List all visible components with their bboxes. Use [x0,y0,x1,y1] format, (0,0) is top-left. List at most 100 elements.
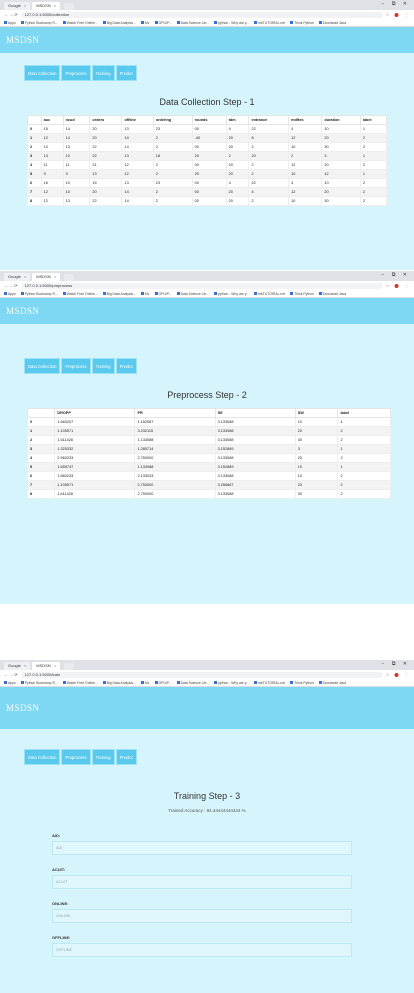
bookmark-label: Watch Free Online... [66,20,98,25]
table-cell: 4 [288,124,323,134]
bookmark-item[interactable]: GPU/P... [154,292,172,296]
bookmark-label: Python Bootcamp R... [24,680,58,685]
table-cell: 1 [337,444,391,454]
bookmark-item[interactable]: Watch Free Online... [62,292,98,296]
bookmark-item[interactable]: mbTUTORIAL.net [254,21,285,25]
window-controls[interactable]: − ⧉ ✕ [382,1,410,7]
nav-predict-button[interactable]: Predict [115,749,137,765]
nav-preprocess-button[interactable]: Preprocess [61,65,91,81]
close-icon[interactable]: × [24,2,26,10]
extension-icons[interactable]: ☆ ⬤ ⋮ [386,672,410,677]
bookmark-item[interactable]: GPU/P... [154,681,172,685]
bookmark-item[interactable]: mbTUTORIAL.net [254,292,285,296]
bookmark-item[interactable]: Big Data Analysis... [102,292,136,296]
table-cell: 2 [248,160,290,170]
nav-training-button[interactable]: Training [91,749,115,765]
url-input[interactable]: 127.0.0.1:5000/collection [20,11,383,18]
bookmark-item[interactable]: Big Data Analysis... [102,681,136,685]
table-cell: 3.232115 [134,426,216,436]
bookmark-item[interactable]: Download Java [318,681,346,685]
browser-tab-msdsn[interactable]: MSDSN × [32,662,61,670]
browser-tab-google[interactable]: Google × [4,2,31,10]
bookmark-item[interactable]: Think Python [290,681,314,685]
table-cell: 00 [191,178,227,188]
bookmark-item[interactable]: Watch Free Online... [62,20,98,25]
table-cell: 2.750000 [134,480,216,490]
table-row: 1 1.105571 3.232115 3.133088 20 2 [26,426,391,436]
bookmark-item[interactable]: Python Bootcamp R... [20,292,58,296]
bookmark-item[interactable]: python - Why are y... [214,292,249,296]
screenshot-preprocess: Google × MSDSN × − ⧉ ✕ ← → ⟳ 127.0.0.1:500… [0,271,414,604]
close-icon[interactable]: × [54,2,56,10]
new-tab-button[interactable] [64,274,75,281]
bookmark-item[interactable]: Data Science Lib... [176,292,209,296]
new-tab-button[interactable] [64,663,75,670]
table-cell: -40 [191,133,227,143]
bookmark-item[interactable]: Python Bootcamp R... [20,21,58,25]
acuit-input[interactable]: ACUIT [52,875,352,889]
table-cell: 3.133088 [214,426,296,436]
bookmark-item[interactable]: Python Bootcamp R... [20,680,58,685]
bookmark-item[interactable]: Watch Free Online... [62,681,98,685]
bookmark-item[interactable]: Think Python [290,21,314,25]
bookmark-item[interactable]: Data Science Lib... [176,681,209,685]
trained-accuracy: Trained Accuracy : 94.44444444444 % [168,808,246,813]
table-cell: 10 [62,178,91,188]
table-row: 4 11 11 21 12 2 00 20 2 12 20 2 [27,160,388,170]
column-header: ncud [62,115,91,125]
bookmark-item[interactable]: python - Why are y... [214,681,249,685]
bookmark-item[interactable]: Download Java [318,292,346,296]
close-icon[interactable]: × [24,662,26,670]
bookmark-item[interactable]: Apps [4,21,16,25]
window-controls[interactable]: − ⧉ ✕ [382,272,410,278]
bookmark-icon [318,292,322,295]
extension-icons[interactable]: ☆ ⬤ ⋮ [386,12,410,17]
browser-tab-msdsn[interactable]: MSDSN × [32,273,61,281]
close-icon[interactable]: × [54,662,56,670]
offline-input[interactable]: OFFLINE [52,943,352,957]
bookmark-item[interactable]: Think Python [290,292,314,296]
close-icon[interactable]: × [54,273,56,281]
bookmark-item[interactable]: ML [140,21,150,25]
online-input[interactable]: ONLINE [52,909,352,923]
nav-predict-button[interactable]: Predict [115,65,137,81]
nav-preprocess-button[interactable]: Preprocess [61,749,91,765]
close-icon[interactable]: × [24,273,26,281]
browser-tab-msdsn[interactable]: MSDSN × [32,2,61,10]
nav-arrows-icon[interactable]: ← → ⟳ [4,672,18,677]
table-cell: 9 [40,169,64,179]
column-header: entrance [248,115,290,125]
bookmark-item[interactable]: Apps [4,681,16,685]
nav-data-collection-button[interactable]: Data Collection [24,65,61,81]
nav-arrows-icon[interactable]: ← → ⟳ [4,283,18,288]
browser-tab-google[interactable]: Google × [4,273,31,281]
bookmark-icon [102,292,106,295]
nav-preprocess-button[interactable]: Preprocess [61,358,91,374]
nav-training-button[interactable]: Training [91,358,115,374]
url-input[interactable]: 127.0.0.1:5000/train [20,671,383,678]
row-index: 8 [27,196,42,206]
table-cell: 30 [294,435,339,445]
window-controls[interactable]: − ⧉ ✕ [382,661,410,667]
aid-input[interactable]: AID [52,841,352,855]
bookmark-item[interactable]: Download Java [318,20,347,25]
nav-training-button[interactable]: Training [91,65,115,81]
nav-data-collection-button[interactable]: Data Collection [24,358,61,374]
extension-icons[interactable]: ☆ ⬤ ⋮ [386,283,410,288]
bookmark-item[interactable]: Data Science Lib... [176,21,209,25]
bookmark-label: Download Java [322,20,347,25]
table-cell: 10 [288,142,323,152]
bookmark-item[interactable]: mbTUTORIAL.net [254,681,285,685]
nav-data-collection-button[interactable]: Data Collection [24,749,61,765]
bookmark-item[interactable]: Apps [4,292,16,296]
bookmark-item[interactable]: Big Data Analysis... [102,21,136,25]
nav-predict-button[interactable]: Predict [115,358,137,374]
browser-tab-google[interactable]: Google × [4,662,31,670]
nav-arrows-icon[interactable]: ← → ⟳ [4,12,18,17]
bookmark-item[interactable]: ML [140,292,150,296]
new-tab-button[interactable] [64,3,75,10]
bookmark-item[interactable]: ML [140,681,150,685]
url-input[interactable]: 127.0.0.1:5000/preprocess [20,282,383,289]
bookmark-item[interactable]: python - Why are y... [214,21,249,25]
bookmark-item[interactable]: GPU/P... [154,21,172,25]
